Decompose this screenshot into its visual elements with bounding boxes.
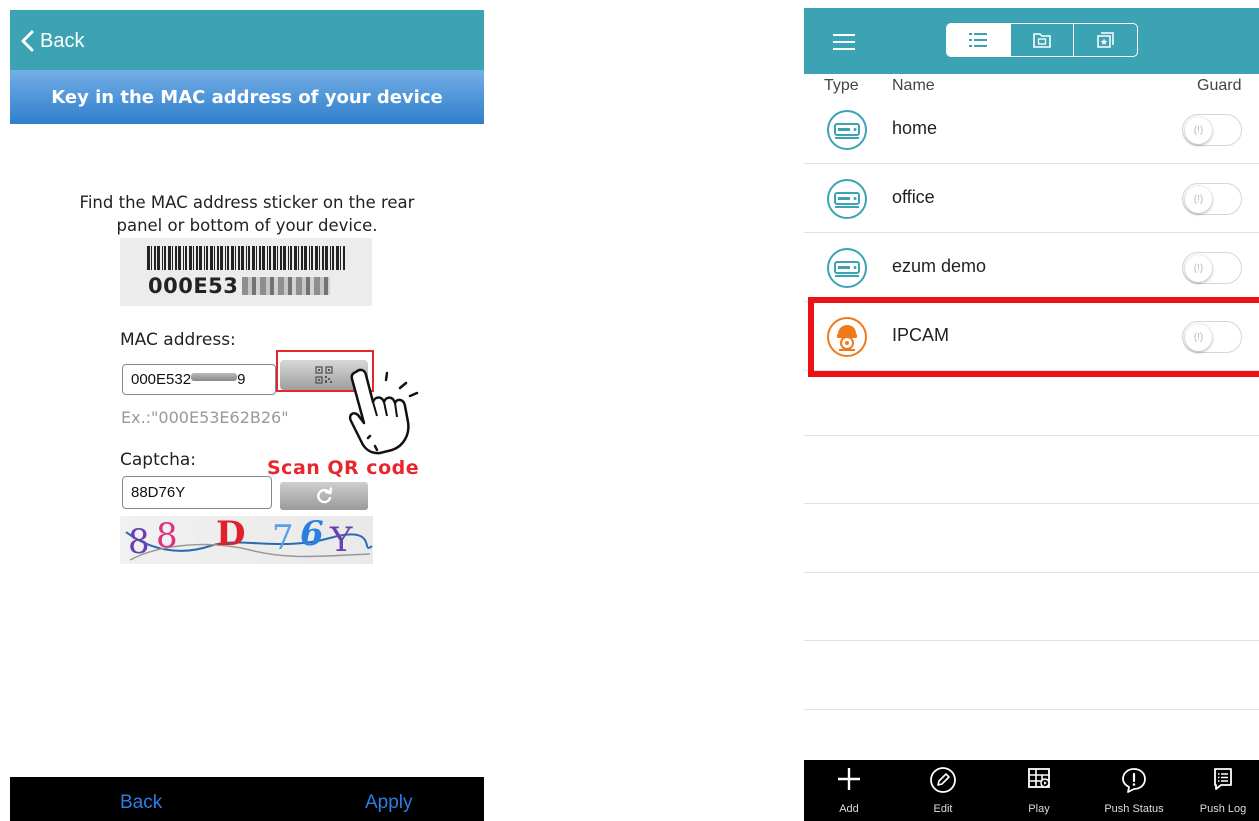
- empty-row-separator: [804, 709, 1259, 710]
- captcha-char: 7: [272, 518, 294, 558]
- favorite-icon: [1096, 32, 1114, 48]
- back-nav-button[interactable]: Back: [20, 26, 84, 56]
- device-list-screen: Type Name Guard home (!) office (!) ezum…: [804, 8, 1259, 821]
- list-icon: [969, 33, 988, 47]
- push-status-label: Push Status: [1104, 803, 1164, 815]
- push-status-button[interactable]: Push Status: [1089, 760, 1179, 821]
- guard-toggle[interactable]: (!): [1182, 114, 1242, 146]
- dvr-icon: [827, 110, 867, 150]
- captcha-refresh-button[interactable]: [280, 482, 368, 510]
- empty-row-separator: [804, 640, 1259, 641]
- captcha-char: 6: [300, 516, 324, 554]
- device-name: ezum demo: [892, 256, 987, 276]
- tab-list[interactable]: [947, 24, 1011, 56]
- column-type: Type: [824, 77, 859, 94]
- mac-value-prefix: 000E532: [131, 371, 192, 388]
- dvr-icon: [827, 248, 867, 288]
- push-status-icon: [1122, 768, 1146, 793]
- push-log-icon: [1214, 768, 1232, 790]
- device-name: office: [892, 187, 935, 207]
- back-button[interactable]: Back: [120, 792, 162, 814]
- bottom-toolbar: Add Edit Play Push Status Push Log: [804, 760, 1259, 821]
- edit-label: Edit: [933, 803, 953, 815]
- barcode-icon: [147, 246, 345, 270]
- back-nav-label: Back: [40, 29, 85, 52]
- barcode-redacted: [242, 277, 331, 295]
- column-name: Name: [892, 77, 935, 94]
- bottom-action-bar: Back Apply: [10, 777, 484, 821]
- apply-button[interactable]: Apply: [365, 792, 413, 814]
- qr-code-icon: [315, 366, 333, 384]
- push-log-label: Push Log: [1199, 803, 1247, 815]
- alarm-icon: (!): [1185, 117, 1212, 144]
- mac-sticker-image: 000E53: [120, 238, 372, 306]
- empty-row-separator: [804, 435, 1259, 436]
- edit-button[interactable]: Edit: [898, 760, 988, 821]
- captcha-char: D: [216, 516, 246, 554]
- instructions-line-1: Find the MAC address sticker on the rear: [79, 193, 415, 212]
- add-button[interactable]: Add: [804, 760, 894, 821]
- folder-icon: [1033, 33, 1051, 48]
- alarm-icon: (!): [1185, 255, 1212, 282]
- column-guard: Guard: [1197, 77, 1242, 94]
- play-button[interactable]: Play: [994, 760, 1084, 821]
- instructions-line-2: panel or bottom of your device.: [116, 216, 378, 235]
- device-row[interactable]: office (!): [804, 164, 1259, 233]
- mac-entry-screen: Back Key in the MAC address of your devi…: [10, 10, 484, 821]
- captcha-char: 8: [156, 516, 178, 556]
- mac-address-label: MAC address:: [120, 330, 236, 350]
- page-title: Key in the MAC address of your device: [10, 70, 484, 124]
- scan-qr-annotation: Scan QR code: [267, 457, 420, 479]
- alarm-icon: (!): [1185, 186, 1212, 213]
- push-log-button[interactable]: Push Log: [1187, 760, 1259, 821]
- tab-folder[interactable]: [1011, 24, 1075, 56]
- add-label: Add: [839, 803, 859, 815]
- guard-toggle[interactable]: (!): [1182, 252, 1242, 284]
- ipcam-highlight-box: [808, 297, 1259, 377]
- mac-redacted: [191, 373, 238, 381]
- instructions: Find the MAC address sticker on the rear…: [10, 191, 484, 237]
- captcha-label: Captcha:: [120, 450, 197, 470]
- pointing-hand-icon: [348, 368, 419, 455]
- play-label: Play: [1028, 803, 1050, 815]
- plus-icon: [838, 768, 860, 790]
- tab-favorite[interactable]: [1074, 24, 1137, 56]
- captcha-char: 8: [128, 522, 150, 562]
- empty-row-separator: [804, 503, 1259, 504]
- mac-value-suffix: 9: [237, 371, 246, 388]
- mac-address-input[interactable]: 000E532 9: [122, 364, 276, 395]
- dvr-icon: [827, 179, 867, 219]
- hamburger-menu-icon[interactable]: [833, 34, 855, 50]
- play-grid-icon: [1028, 768, 1050, 788]
- device-row[interactable]: home (!): [804, 95, 1259, 164]
- chevron-left-icon: [21, 30, 34, 52]
- edit-icon: [930, 767, 956, 793]
- mac-example-hint: Ex.:"000E53E62B26": [121, 408, 289, 427]
- view-segmented-control: [946, 23, 1138, 57]
- refresh-icon: [317, 487, 332, 504]
- device-name: home: [892, 118, 938, 138]
- nav-bar: Back: [10, 10, 484, 70]
- empty-row-separator: [804, 572, 1259, 573]
- barcode-text: 000E53: [148, 274, 239, 298]
- captcha-char: Y: [330, 520, 353, 560]
- captcha-image: 8 8 D 7 6 Y: [120, 516, 373, 564]
- device-row[interactable]: ezum demo (!): [804, 233, 1259, 302]
- guard-toggle[interactable]: (!): [1182, 183, 1242, 215]
- captcha-input[interactable]: 88D76Y: [122, 476, 272, 509]
- nav-bar: [804, 8, 1259, 74]
